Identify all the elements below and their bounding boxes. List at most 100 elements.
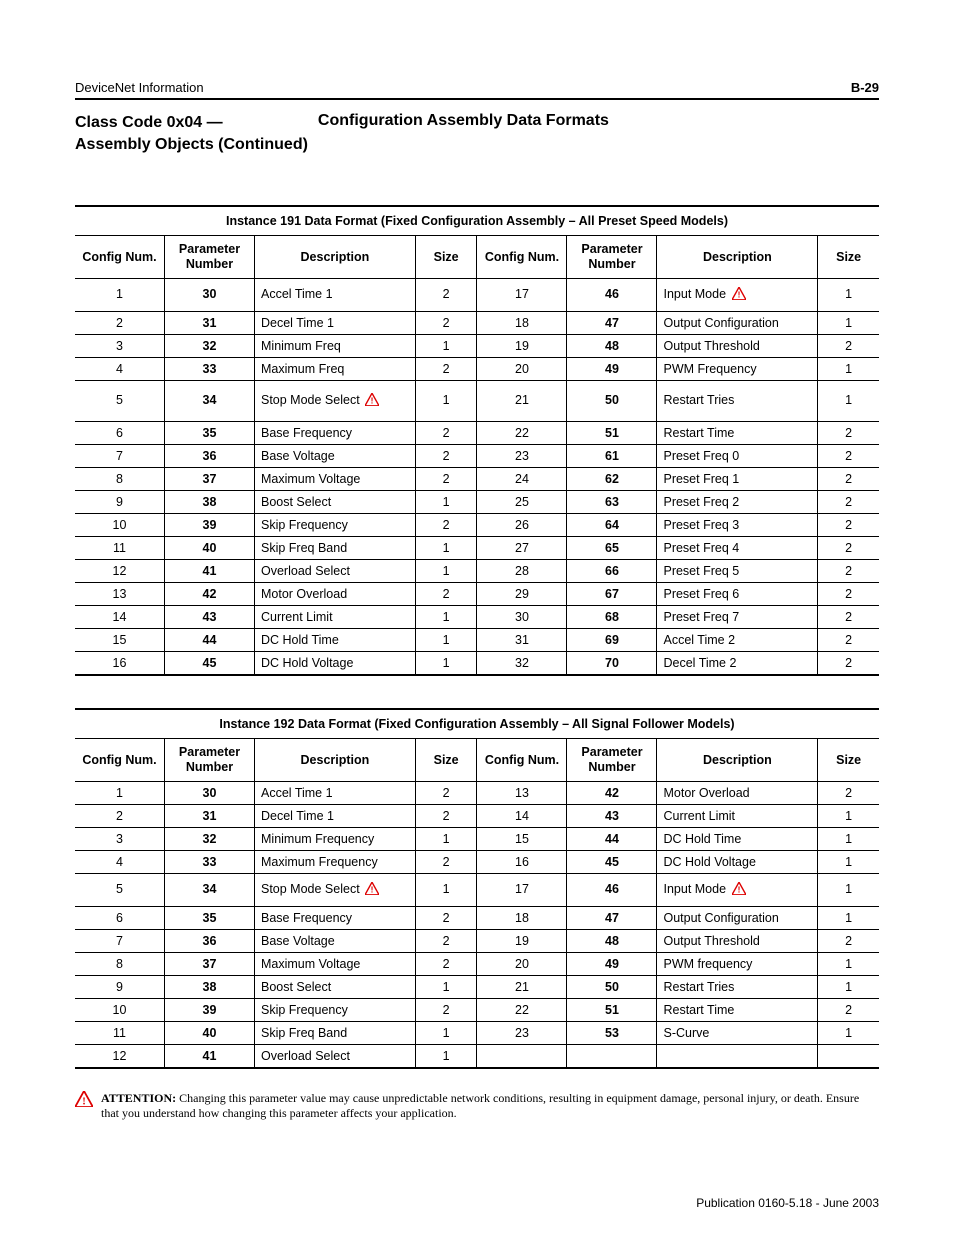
cell-size: 1 bbox=[818, 828, 879, 851]
cell-description: Skip Freq Band bbox=[255, 537, 416, 560]
cell-config-num: 5 bbox=[75, 874, 165, 907]
cell-description: Input Mode ! bbox=[657, 279, 818, 312]
cell-parameter-number: 48 bbox=[567, 335, 657, 358]
table-row: 736Base Voltage22361Preset Freq 02 bbox=[75, 445, 879, 468]
cell-parameter-number: 32 bbox=[165, 335, 255, 358]
cell-description: Accel Time 2 bbox=[657, 629, 818, 652]
cell-size: 1 bbox=[818, 358, 879, 381]
cell-size: 1 bbox=[818, 381, 879, 422]
cell-description bbox=[657, 1045, 818, 1069]
cell-config-num: 5 bbox=[75, 381, 165, 422]
cell-parameter-number: 43 bbox=[567, 805, 657, 828]
cell-size: 2 bbox=[818, 629, 879, 652]
cell-config-num: 17 bbox=[477, 874, 567, 907]
table-row: 433Maximum Freq22049PWM Frequency1 bbox=[75, 358, 879, 381]
cell-parameter-number: 31 bbox=[165, 312, 255, 335]
cell-description: Current Limit bbox=[657, 805, 818, 828]
cell-parameter-number: 65 bbox=[567, 537, 657, 560]
cell-size: 2 bbox=[415, 583, 477, 606]
table2-caption: Instance 192 Data Format (Fixed Configur… bbox=[75, 709, 879, 739]
table-row: 1342Motor Overload22967Preset Freq 62 bbox=[75, 583, 879, 606]
cell-config-num: 20 bbox=[477, 358, 567, 381]
cell-config-num: 26 bbox=[477, 514, 567, 537]
cell-description: Preset Freq 2 bbox=[657, 491, 818, 514]
cell-description: Preset Freq 3 bbox=[657, 514, 818, 537]
cell-description: Restart Tries bbox=[657, 381, 818, 422]
cell-parameter-number: 46 bbox=[567, 279, 657, 312]
cell-size: 2 bbox=[818, 583, 879, 606]
col-description: Description bbox=[255, 236, 416, 279]
cell-config-num: 14 bbox=[75, 606, 165, 629]
cell-size: 1 bbox=[818, 874, 879, 907]
cell-parameter-number: 49 bbox=[567, 953, 657, 976]
table-row: 433Maximum Frequency21645DC Hold Voltage… bbox=[75, 851, 879, 874]
cell-parameter-number: 35 bbox=[165, 422, 255, 445]
cell-description: Decel Time 1 bbox=[255, 805, 416, 828]
cell-parameter-number: 36 bbox=[165, 930, 255, 953]
cell-config-num: 20 bbox=[477, 953, 567, 976]
cell-description: Output Threshold bbox=[657, 930, 818, 953]
cell-config-num: 24 bbox=[477, 468, 567, 491]
col-size: Size bbox=[818, 236, 879, 279]
cell-size: 2 bbox=[818, 468, 879, 491]
warning-icon: ! bbox=[365, 393, 379, 409]
cell-config-num: 15 bbox=[477, 828, 567, 851]
cell-parameter-number: 31 bbox=[165, 805, 255, 828]
cell-size: 2 bbox=[818, 445, 879, 468]
cell-parameter-number: 47 bbox=[567, 312, 657, 335]
cell-config-num: 8 bbox=[75, 953, 165, 976]
cell-parameter-number: 30 bbox=[165, 782, 255, 805]
table-row: 635Base Frequency22251Restart Time2 bbox=[75, 422, 879, 445]
cell-config-num: 10 bbox=[75, 514, 165, 537]
table-header-row: Config Num. ParameterNumber Description … bbox=[75, 236, 879, 279]
cell-parameter-number: 43 bbox=[165, 606, 255, 629]
cell-size: 2 bbox=[818, 537, 879, 560]
cell-size: 1 bbox=[415, 976, 477, 999]
cell-size: 2 bbox=[415, 312, 477, 335]
cell-size: 2 bbox=[818, 560, 879, 583]
svg-text:!: ! bbox=[82, 1097, 86, 1108]
cell-config-num: 25 bbox=[477, 491, 567, 514]
col-config-num: Config Num. bbox=[477, 739, 567, 782]
cell-parameter-number: 66 bbox=[567, 560, 657, 583]
cell-config-num: 3 bbox=[75, 828, 165, 851]
cell-description: Maximum Frequency bbox=[255, 851, 416, 874]
cell-description: Motor Overload bbox=[255, 583, 416, 606]
cell-config-num: 4 bbox=[75, 358, 165, 381]
cell-config-num: 22 bbox=[477, 422, 567, 445]
table-row: 938Boost Select12563Preset Freq 22 bbox=[75, 491, 879, 514]
cell-parameter-number bbox=[567, 1045, 657, 1069]
cell-description: Preset Freq 6 bbox=[657, 583, 818, 606]
table-row: 837Maximum Voltage22049PWM frequency1 bbox=[75, 953, 879, 976]
cell-size: 2 bbox=[415, 445, 477, 468]
cell-size: 1 bbox=[415, 874, 477, 907]
cell-size: 1 bbox=[415, 1045, 477, 1069]
cell-size: 1 bbox=[818, 312, 879, 335]
cell-config-num: 2 bbox=[75, 312, 165, 335]
cell-size: 1 bbox=[415, 606, 477, 629]
cell-description: Stop Mode Select ! bbox=[255, 874, 416, 907]
cell-config-num: 27 bbox=[477, 537, 567, 560]
cell-size: 2 bbox=[415, 514, 477, 537]
table-row: 534Stop Mode Select !11746Input Mode !1 bbox=[75, 874, 879, 907]
cell-size: 2 bbox=[818, 999, 879, 1022]
publication-line: Publication 0160-5.18 - June 2003 bbox=[75, 1196, 879, 1210]
cell-parameter-number: 70 bbox=[567, 652, 657, 676]
table-row: 1544DC Hold Time13169Accel Time 22 bbox=[75, 629, 879, 652]
col-size: Size bbox=[818, 739, 879, 782]
cell-size: 2 bbox=[415, 930, 477, 953]
cell-size: 2 bbox=[818, 606, 879, 629]
cell-config-num: 21 bbox=[477, 381, 567, 422]
attention-warning-icon: ! bbox=[75, 1091, 93, 1111]
cell-description: Preset Freq 4 bbox=[657, 537, 818, 560]
cell-description: DC Hold Time bbox=[657, 828, 818, 851]
col-parameter-number: ParameterNumber bbox=[567, 236, 657, 279]
cell-size: 2 bbox=[415, 851, 477, 874]
cell-config-num: 32 bbox=[477, 652, 567, 676]
cell-config-num: 13 bbox=[75, 583, 165, 606]
cell-config-num: 3 bbox=[75, 335, 165, 358]
cell-parameter-number: 40 bbox=[165, 537, 255, 560]
col-description: Description bbox=[255, 739, 416, 782]
cell-description: Boost Select bbox=[255, 491, 416, 514]
cell-parameter-number: 34 bbox=[165, 381, 255, 422]
